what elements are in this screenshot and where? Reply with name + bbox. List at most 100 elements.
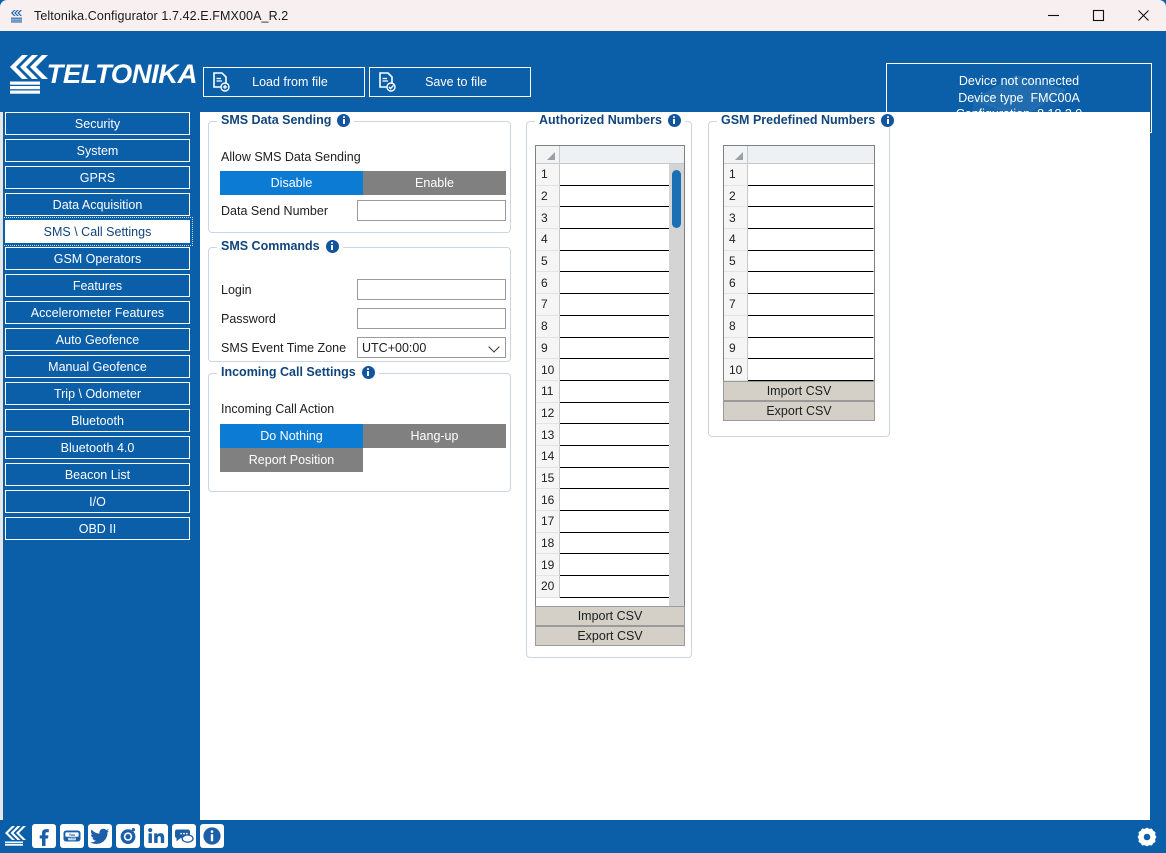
sms-event-time-zone-select[interactable]: UTC+00:00 — [357, 337, 506, 358]
authorized-numbers-cell[interactable] — [560, 164, 684, 186]
gsm-predefined-numbers-cell[interactable] — [748, 315, 874, 338]
authorized-numbers-cell[interactable] — [560, 424, 684, 446]
sidebar-item-data-acquisition[interactable]: Data Acquisition — [5, 193, 190, 216]
table-row[interactable]: 10 — [536, 359, 684, 381]
table-row[interactable]: 10 — [724, 359, 874, 381]
incoming-call-do-nothing-button[interactable]: Do Nothing — [220, 424, 363, 448]
instagram-icon[interactable] — [116, 824, 140, 848]
sidebar-item-manual-geofence[interactable]: Manual Geofence — [5, 355, 190, 378]
authorized-numbers-cell[interactable] — [560, 207, 684, 230]
authorized-numbers-cell[interactable] — [560, 445, 684, 468]
table-row[interactable]: 5 — [724, 250, 874, 273]
authorized-numbers-cell[interactable] — [560, 315, 684, 338]
table-row[interactable]: 8 — [536, 315, 684, 338]
sidebar-item-auto-geofence[interactable]: Auto Geofence — [5, 328, 190, 351]
authorized-numbers-cell[interactable] — [560, 554, 684, 577]
sms-data-sending-disable-button[interactable]: Disable — [220, 171, 363, 195]
table-row[interactable]: 11 — [536, 380, 684, 403]
table-row[interactable]: 4 — [536, 229, 684, 251]
save-to-file-button[interactable]: Save to file — [369, 67, 531, 97]
authorized-numbers-cell[interactable] — [560, 272, 684, 295]
table-row[interactable]: 12 — [536, 402, 684, 425]
table-row[interactable]: 6 — [724, 272, 874, 295]
data-send-number-input[interactable] — [357, 200, 506, 221]
teltonika-icon[interactable] — [4, 824, 28, 848]
maximize-button[interactable] — [1076, 0, 1121, 31]
login-input[interactable] — [357, 279, 506, 300]
authorized-numbers-cell[interactable] — [560, 467, 684, 490]
authorized-numbers-cell[interactable] — [560, 250, 684, 273]
table-row[interactable]: 2 — [724, 185, 874, 208]
linkedin-icon[interactable] — [144, 824, 168, 848]
authorized-numbers-cell[interactable] — [560, 489, 684, 511]
facebook-icon[interactable] — [32, 824, 56, 848]
close-button[interactable] — [1121, 0, 1166, 31]
gsm-predefined-numbers-cell[interactable] — [748, 272, 874, 295]
table-row[interactable]: 2 — [536, 185, 684, 208]
info-icon[interactable] — [325, 239, 339, 253]
incoming-call-hangup-button[interactable]: Hang-up — [363, 424, 506, 448]
table-row[interactable]: 7 — [724, 294, 874, 316]
table-row[interactable]: 17 — [536, 511, 684, 533]
info-icon[interactable] — [881, 113, 895, 127]
authorized-numbers-cell[interactable] — [560, 185, 684, 208]
gsm-predefined-numbers-cell[interactable] — [748, 250, 874, 273]
info-icon[interactable] — [200, 824, 224, 848]
load-from-file-button[interactable]: Load from file — [203, 67, 365, 97]
minimize-button[interactable] — [1031, 0, 1076, 31]
gsm-predefined-numbers-grid[interactable]: 1 2 3 4 5 6 7 8 9 10 — [723, 145, 875, 383]
table-row[interactable]: 1 — [724, 164, 874, 186]
vertical-scrollbar[interactable] — [669, 164, 684, 607]
table-row[interactable]: 16 — [536, 489, 684, 511]
table-row[interactable]: 18 — [536, 532, 684, 555]
sidebar-item-i-o[interactable]: I/O — [5, 490, 190, 513]
sms-data-sending-enable-button[interactable]: Enable — [363, 171, 506, 195]
table-row[interactable]: 3 — [536, 207, 684, 230]
authorized-numbers-import-csv-button[interactable]: Import CSV — [535, 606, 685, 626]
gsm-predefined-numbers-cell[interactable] — [748, 359, 874, 381]
authorized-numbers-cell[interactable] — [560, 532, 684, 555]
info-icon[interactable] — [667, 113, 681, 127]
table-row[interactable]: 1 — [536, 164, 684, 186]
authorized-numbers-grid[interactable]: 1 2 3 4 5 6 7 8 9 10 11 12 13 14 15 16 17 18 19 20 — [535, 145, 685, 608]
sidebar-item-beacon-list[interactable]: Beacon List — [5, 463, 190, 486]
table-row[interactable]: 6 — [536, 272, 684, 295]
gsm-predefined-numbers-cell[interactable] — [748, 185, 874, 208]
sidebar-item-security[interactable]: Security — [5, 112, 190, 135]
authorized-numbers-cell[interactable] — [560, 402, 684, 425]
table-row[interactable]: 13 — [536, 424, 684, 446]
table-row[interactable]: 14 — [536, 445, 684, 468]
authorized-numbers-cell[interactable] — [560, 229, 684, 251]
table-row[interactable]: 9 — [536, 337, 684, 360]
forum-icon[interactable] — [172, 824, 196, 848]
sidebar-item-obd-ii[interactable]: OBD II — [5, 517, 190, 540]
info-icon[interactable] — [361, 365, 375, 379]
gsm-predefined-numbers-cell[interactable] — [748, 207, 874, 230]
gsm-predefined-numbers-cell[interactable] — [748, 164, 874, 186]
table-row[interactable]: 8 — [724, 315, 874, 338]
sidebar-item-system[interactable]: System — [5, 139, 190, 162]
table-row[interactable]: 3 — [724, 207, 874, 230]
info-icon[interactable] — [337, 113, 351, 127]
authorized-numbers-cell[interactable] — [560, 511, 684, 533]
gsm-predefined-export-csv-button[interactable]: Export CSV — [723, 401, 875, 421]
authorized-numbers-cell[interactable] — [560, 294, 684, 316]
sidebar-item-gprs[interactable]: GPRS — [5, 166, 190, 189]
table-row[interactable]: 19 — [536, 554, 684, 577]
sidebar-item-accelerometer-features[interactable]: Accelerometer Features — [5, 301, 190, 324]
sidebar-item-bluetooth[interactable]: Bluetooth — [5, 409, 190, 432]
youtube-icon[interactable]: You Tube — [60, 824, 84, 848]
gsm-predefined-import-csv-button[interactable]: Import CSV — [723, 381, 875, 401]
authorized-numbers-cell[interactable] — [560, 359, 684, 381]
settings-button[interactable] — [1134, 824, 1160, 850]
table-row[interactable]: 5 — [536, 250, 684, 273]
authorized-numbers-cell[interactable] — [560, 576, 684, 598]
twitter-icon[interactable] — [88, 824, 112, 848]
sidebar-item-sms-call-settings[interactable]: SMS \ Call Settings — [2, 217, 193, 246]
table-row[interactable]: 4 — [724, 229, 874, 251]
password-input[interactable] — [357, 308, 506, 329]
table-row[interactable]: 20 — [536, 576, 684, 598]
table-row[interactable]: 9 — [724, 337, 874, 360]
authorized-numbers-cell[interactable] — [560, 380, 684, 403]
authorized-numbers-cell[interactable] — [560, 337, 684, 360]
